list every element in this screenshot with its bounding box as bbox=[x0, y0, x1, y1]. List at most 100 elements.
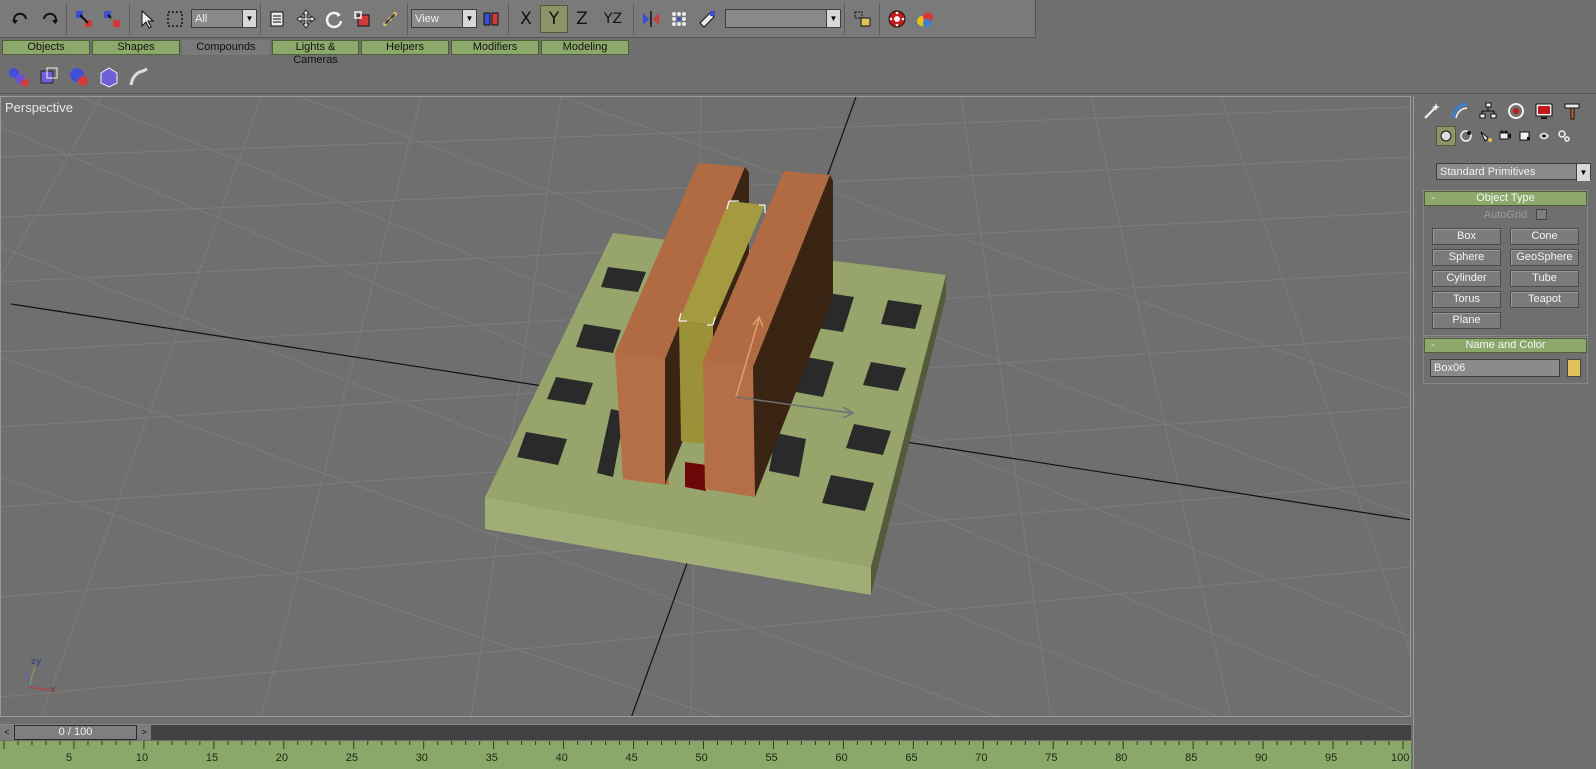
track-tick-label: 80 bbox=[1115, 752, 1127, 764]
collapse-icon: - bbox=[1431, 339, 1435, 351]
gizmo-y-label: y bbox=[36, 657, 42, 667]
teapot-button[interactable]: Teapot bbox=[1510, 291, 1579, 308]
tab-modifiers[interactable]: Modifiers bbox=[451, 40, 539, 55]
rectangular-selection-icon[interactable] bbox=[161, 5, 189, 33]
geometry-icon[interactable] bbox=[1436, 126, 1457, 146]
track-bar[interactable]: 5 10 15 20 25 30 35 40 45 50 55 60 65 70 75 80 85 90 95 100 bbox=[0, 741, 1411, 769]
modify-tab-icon[interactable] bbox=[1446, 99, 1474, 123]
connect-icon[interactable] bbox=[34, 62, 64, 92]
autogrid-checkbox[interactable] bbox=[1536, 209, 1547, 220]
box-button[interactable]: Box bbox=[1432, 228, 1501, 245]
primitive-category-dropdown[interactable]: Standard Primitives ▼ bbox=[1436, 163, 1591, 181]
object-type-title: Object Type bbox=[1476, 192, 1535, 204]
unlink-selection-icon[interactable] bbox=[98, 5, 126, 33]
redo-icon[interactable] bbox=[35, 5, 63, 33]
tab-bar: Objects Shapes Compounds Lights & Camera… bbox=[0, 40, 1596, 66]
use-pivot-center-icon[interactable] bbox=[376, 5, 404, 33]
torus-button[interactable]: Torus bbox=[1432, 291, 1501, 308]
display-tab-icon[interactable] bbox=[1530, 99, 1558, 123]
link-group bbox=[67, 2, 130, 35]
boolean-icon[interactable] bbox=[94, 62, 124, 92]
collapse-icon: - bbox=[1431, 192, 1435, 204]
track-tick-label: 85 bbox=[1185, 752, 1197, 764]
motion-tab-icon[interactable] bbox=[1502, 99, 1530, 123]
restrict-to-y-button[interactable]: Y bbox=[540, 4, 568, 33]
shapemerge-icon[interactable] bbox=[64, 62, 94, 92]
tab-modeling[interactable]: Modeling bbox=[541, 40, 629, 55]
tube-button[interactable]: Tube bbox=[1510, 270, 1579, 287]
helpers-icon[interactable] bbox=[1515, 126, 1535, 146]
name-row: Box06 bbox=[1424, 353, 1587, 383]
select-and-rotate-icon[interactable] bbox=[320, 5, 348, 33]
cylinder-button[interactable]: Cylinder bbox=[1432, 270, 1501, 287]
selection-filter-dropdown[interactable]: All ▼ bbox=[191, 9, 257, 28]
tab-objects[interactable]: Objects bbox=[2, 40, 90, 55]
render-setup-icon[interactable] bbox=[883, 5, 911, 33]
track-bar-ruler: 5 10 15 20 25 30 35 40 45 50 55 60 65 70 75 80 85 90 95 100 bbox=[3, 741, 1409, 764]
axis-z-label: Z bbox=[576, 8, 588, 29]
tools-group: ▼ bbox=[634, 2, 845, 35]
viewport-label[interactable]: Perspective bbox=[5, 100, 73, 115]
viewport-scene bbox=[1, 97, 1410, 716]
object-name-field[interactable]: Box06 bbox=[1430, 359, 1560, 377]
track-tick-label: 55 bbox=[765, 752, 777, 764]
plane-button[interactable]: Plane bbox=[1432, 312, 1501, 329]
next-frame-button[interactable]: > bbox=[137, 725, 151, 740]
sphere-button[interactable]: Sphere bbox=[1432, 249, 1501, 266]
space-warps-icon[interactable] bbox=[1535, 126, 1555, 146]
hierarchy-tab-icon[interactable] bbox=[1474, 99, 1502, 123]
cameras-icon[interactable] bbox=[1495, 126, 1515, 146]
render-group bbox=[880, 3, 942, 35]
restrict-to-plane-button[interactable]: YZ bbox=[596, 5, 630, 33]
array-icon[interactable] bbox=[665, 5, 693, 33]
lights-icon[interactable] bbox=[1476, 126, 1496, 146]
time-slider-thumb[interactable]: 0 / 100 bbox=[14, 725, 137, 740]
autogrid-label: AutoGrid bbox=[1483, 209, 1528, 221]
chevron-down-icon: ▼ bbox=[826, 10, 840, 27]
named-selection-sets-dropdown[interactable]: ▼ bbox=[725, 9, 841, 28]
name-and-color-rollout-header[interactable]: - Name and Color bbox=[1424, 338, 1587, 353]
undo-icon[interactable] bbox=[7, 5, 35, 33]
use-pivot-point-center-icon[interactable] bbox=[477, 5, 505, 33]
object-type-rollout: - Object Type AutoGrid Box Cone Sphere G… bbox=[1423, 190, 1588, 336]
object-color-swatch[interactable] bbox=[1567, 359, 1581, 377]
previous-frame-button[interactable]: < bbox=[0, 725, 14, 740]
tab-compounds[interactable]: Compounds bbox=[182, 40, 270, 55]
mirror-icon[interactable] bbox=[637, 5, 665, 33]
shapes-icon[interactable] bbox=[1456, 126, 1476, 146]
scatter-icon[interactable] bbox=[4, 62, 34, 92]
restrict-to-z-button[interactable]: Z bbox=[568, 5, 596, 33]
select-and-scale-icon[interactable] bbox=[348, 5, 376, 33]
object-type-buttons: Box Cone Sphere GeoSphere Cylinder Tube … bbox=[1424, 224, 1587, 335]
material-editor-icon[interactable] bbox=[911, 5, 939, 33]
layer-manager-icon[interactable] bbox=[848, 5, 876, 33]
tab-lights-cameras[interactable]: Lights & Cameras bbox=[272, 40, 359, 66]
time-slider[interactable]: < 0 / 100 > bbox=[0, 724, 1411, 740]
select-object-icon[interactable] bbox=[133, 5, 161, 33]
track-tick-label: 20 bbox=[276, 752, 288, 764]
loft-icon[interactable] bbox=[124, 62, 154, 92]
utilities-tab-icon[interactable] bbox=[1558, 99, 1586, 123]
perspective-viewport[interactable]: Perspective z y x bbox=[0, 96, 1411, 717]
axis-tripod: z y x bbox=[26, 657, 56, 695]
track-tick-label: 30 bbox=[416, 752, 428, 764]
geosphere-button[interactable]: GeoSphere bbox=[1510, 249, 1579, 266]
select-and-link-icon[interactable] bbox=[70, 5, 98, 33]
object-type-rollout-header[interactable]: - Object Type bbox=[1424, 191, 1587, 206]
restrict-to-x-button[interactable]: X bbox=[512, 5, 540, 33]
create-tab-icon[interactable] bbox=[1418, 99, 1446, 123]
systems-icon[interactable] bbox=[1554, 126, 1574, 146]
tab-shapes[interactable]: Shapes bbox=[92, 40, 180, 55]
primitive-category-value: Standard Primitives bbox=[1440, 165, 1536, 178]
reference-coordinate-dropdown[interactable]: View ▼ bbox=[411, 9, 477, 28]
track-tick-label: 65 bbox=[905, 752, 917, 764]
tab-helpers[interactable]: Helpers bbox=[361, 40, 449, 55]
select-by-name-icon[interactable] bbox=[264, 5, 292, 33]
axis-y-label: Y bbox=[548, 8, 560, 29]
align-icon[interactable] bbox=[693, 5, 721, 33]
max-app-window: All ▼ View ▼ X Y Z YZ ▼ Objects Shapes C… bbox=[0, 0, 1596, 769]
cone-button[interactable]: Cone bbox=[1510, 228, 1579, 245]
name-and-color-rollout: - Name and Color Box06 bbox=[1423, 337, 1588, 384]
track-tick-label: 15 bbox=[206, 752, 218, 764]
select-and-move-icon[interactable] bbox=[292, 5, 320, 33]
